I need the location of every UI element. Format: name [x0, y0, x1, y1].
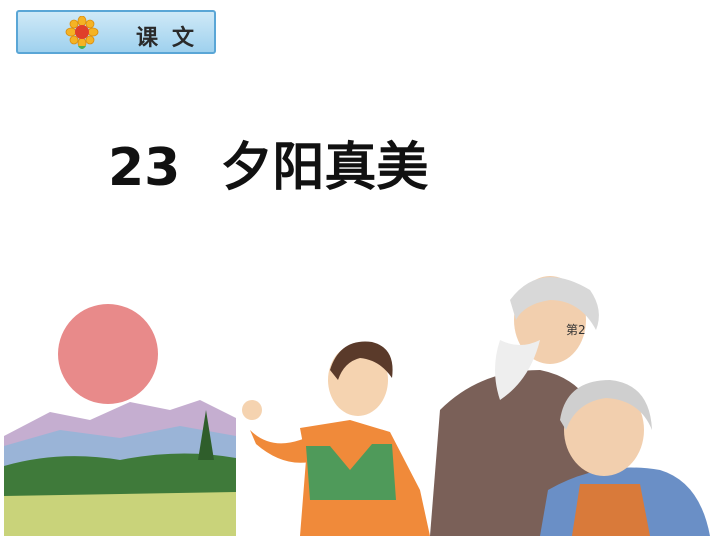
lesson-illustration: 第2 [4, 276, 710, 536]
lesson-type-label: 课文 [136, 26, 209, 51]
lesson-title: 23 夕阳真美 [0, 125, 720, 200]
lesson-title-text: 夕阳真美 [220, 138, 429, 198]
lesson-number: 23 [108, 138, 181, 198]
sun [58, 304, 158, 404]
sunflower-icon [65, 16, 99, 49]
boy-figure [242, 341, 430, 536]
lesson-type-tag: 课文 [16, 10, 216, 54]
illustration-caption: 第2 [566, 323, 586, 337]
sunset-landscape [4, 296, 236, 536]
